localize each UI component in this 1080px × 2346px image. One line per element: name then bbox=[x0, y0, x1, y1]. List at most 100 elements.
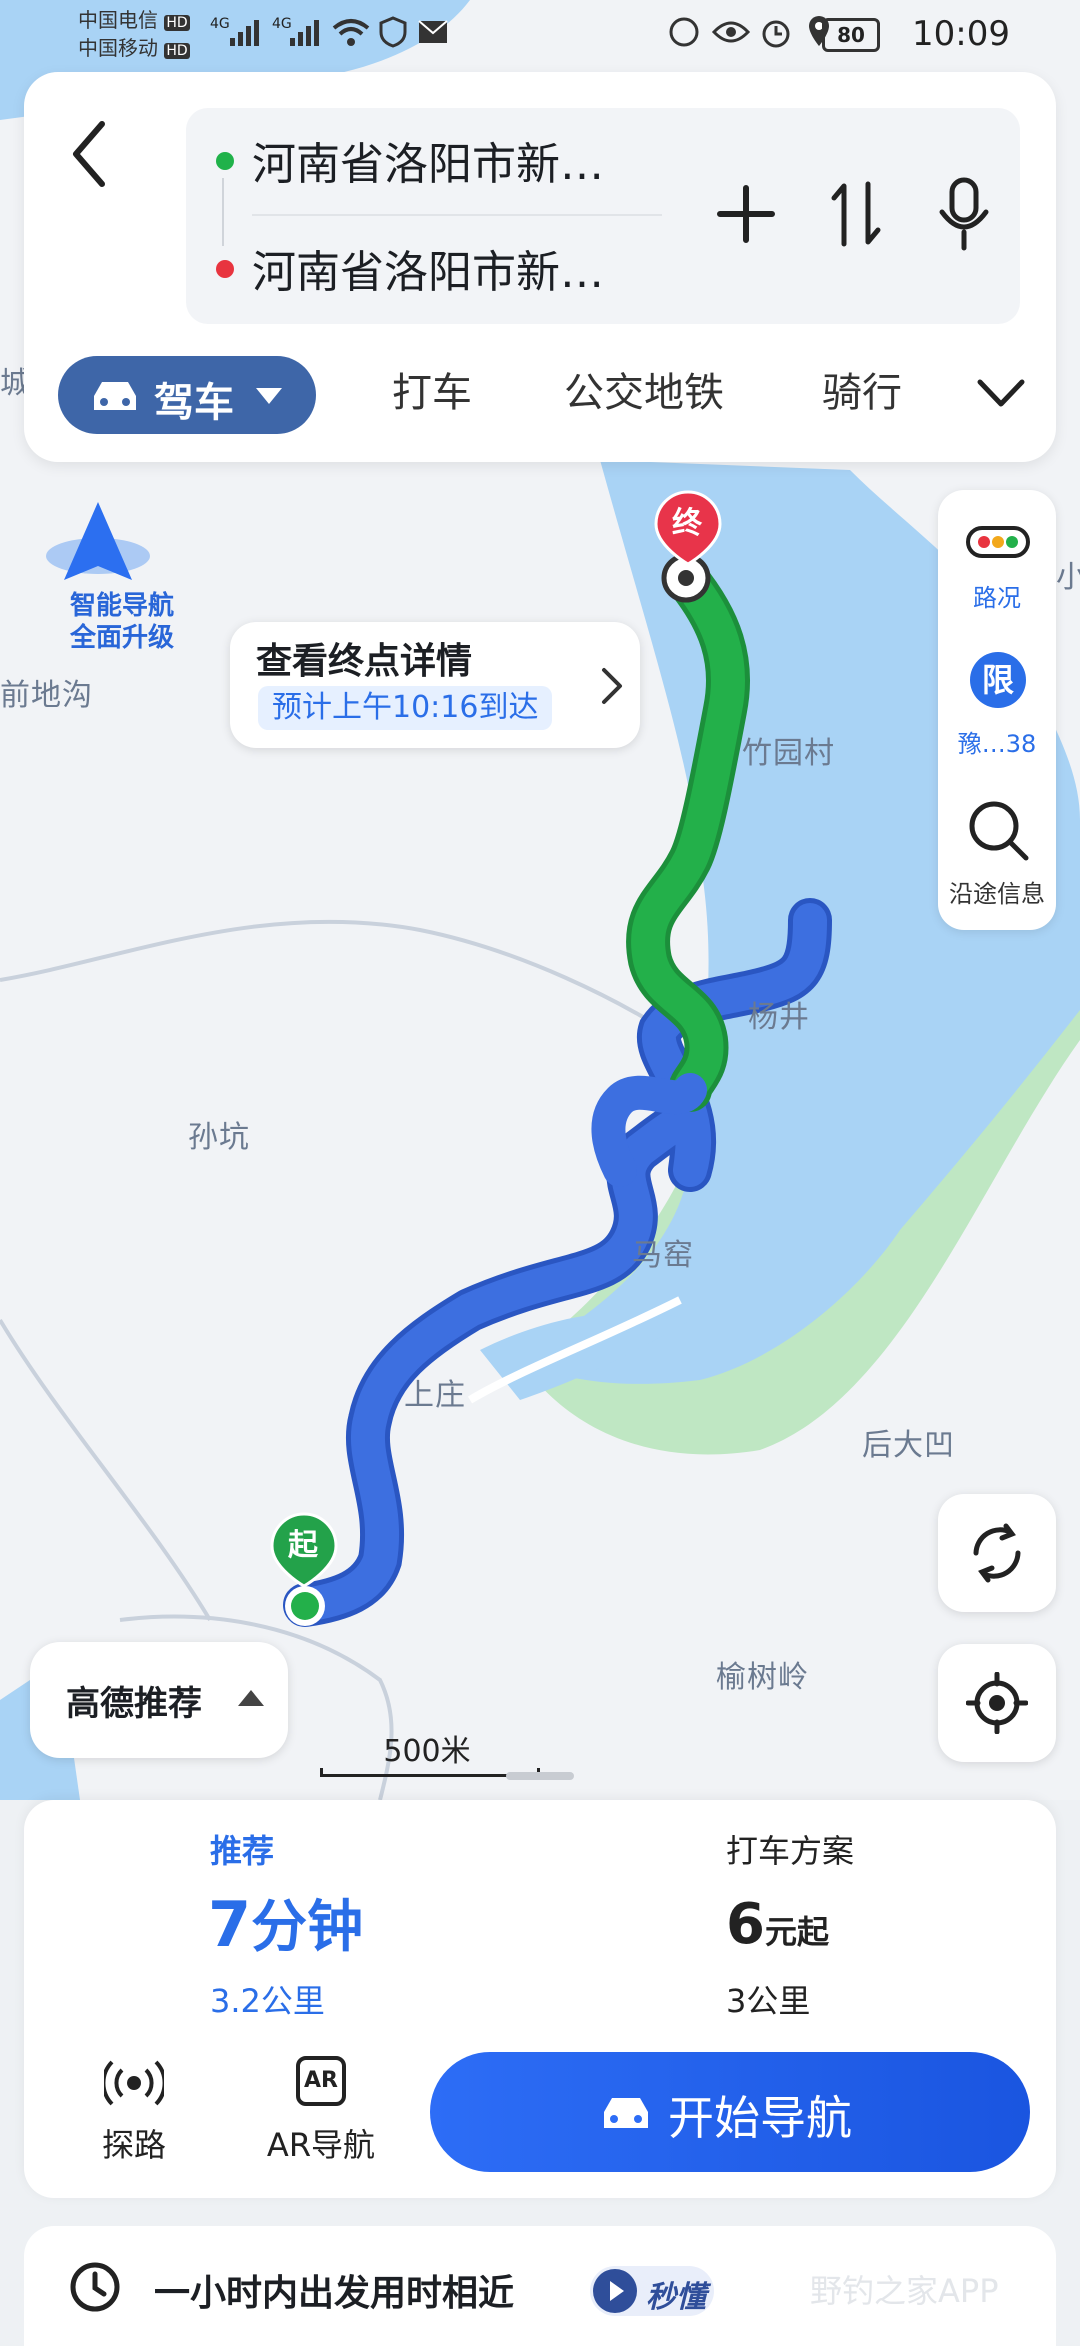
route-connector bbox=[222, 178, 224, 246]
map-label-houdaao: 后大凹 bbox=[862, 1428, 955, 1463]
route-summary-sheet: 推荐 7分钟 3.2公里 打车方案 6元起 3公里 探路 AR AR导航 开始导… bbox=[24, 1800, 1056, 2198]
route-panel: 河南省洛阳市新… 河南省洛阳市新… 驾车 打车 公交地铁 骑行 bbox=[24, 72, 1056, 462]
radar-icon bbox=[104, 2060, 164, 2106]
signal-icon-1 bbox=[230, 20, 259, 46]
along-label: 沿途信息 bbox=[949, 880, 1045, 908]
map-label-shangzhuang: 上庄 bbox=[404, 1378, 466, 1413]
ai-nav-icon[interactable] bbox=[46, 502, 150, 580]
back-icon[interactable] bbox=[70, 120, 110, 188]
ar-icon: AR bbox=[296, 2056, 346, 2106]
destination-dot bbox=[216, 260, 234, 278]
locate-button[interactable] bbox=[938, 1644, 1056, 1762]
caret-down-icon bbox=[256, 388, 282, 404]
end-marker-label: 终 bbox=[672, 506, 702, 541]
chevron-right-icon bbox=[602, 668, 622, 704]
add-waypoint-icon[interactable] bbox=[716, 184, 776, 244]
limit-icon: 限 bbox=[970, 652, 1026, 708]
alarm-icon bbox=[762, 20, 790, 48]
departure-hint-bar[interactable]: 一小时内出发用时相近 秒懂 野钓之家APP bbox=[24, 2226, 1056, 2346]
explain-badge-label: 秒懂 bbox=[646, 2280, 706, 2315]
swap-icon[interactable] bbox=[828, 178, 884, 250]
map-label-zhuyuancun: 竹园村 bbox=[742, 736, 835, 771]
battery-icon: 80 bbox=[822, 18, 880, 52]
taxi-price[interactable]: 6元起 bbox=[726, 1892, 829, 1957]
ar-nav-button[interactable]: AR AR导航 bbox=[246, 2054, 396, 2164]
map-label-sunkeng: 孙坑 bbox=[188, 1120, 250, 1155]
clock-icon bbox=[70, 2262, 120, 2312]
car-icon bbox=[94, 382, 136, 410]
tab-drive[interactable]: 驾车 bbox=[58, 356, 316, 434]
caret-up-icon bbox=[238, 1690, 264, 1706]
microphone-icon[interactable] bbox=[936, 176, 992, 252]
wifi-icon bbox=[332, 19, 370, 46]
tab-taxi[interactable]: 打车 bbox=[392, 360, 472, 418]
eye-icon bbox=[712, 21, 750, 43]
explore-label: 探路 bbox=[101, 2126, 166, 2164]
duration[interactable]: 7分钟 bbox=[208, 1882, 363, 1963]
taxi-plan-label[interactable]: 打车方案 bbox=[726, 1826, 854, 1872]
carrier-1: 中国电信 HD bbox=[78, 8, 190, 32]
map-label-edge-right: 小 bbox=[1056, 560, 1080, 595]
origin-dot bbox=[216, 152, 234, 170]
duration-num: 7 bbox=[208, 1888, 252, 1961]
signal-icon-2 bbox=[290, 20, 319, 46]
watermark: 野钓之家APP bbox=[810, 2272, 999, 2310]
callout-eta: 预计上午10:16到达 bbox=[258, 686, 553, 730]
map-label-qiandigou: 前地沟 bbox=[0, 678, 93, 713]
start-navigation-button[interactable]: 开始导航 bbox=[430, 2052, 1030, 2172]
ai-nav-badge[interactable]: 智能导航 全面升级 bbox=[52, 590, 192, 654]
departure-hint: 一小时内出发用时相近 bbox=[154, 2273, 515, 2314]
taxi-price-unit: 元起 bbox=[764, 1913, 829, 1951]
start-navigation-label: 开始导航 bbox=[668, 2091, 852, 2145]
locate-icon bbox=[966, 1672, 1028, 1734]
ai-nav-line2: 全面升级 bbox=[69, 623, 174, 653]
map-label-yangjing: 杨井 bbox=[748, 1000, 810, 1035]
refresh-button[interactable] bbox=[938, 1494, 1056, 1612]
recommend-toggle[interactable]: 高德推荐 bbox=[30, 1642, 288, 1758]
net-type-1: 4G bbox=[210, 16, 230, 32]
map-label-yushuling: 榆树岭 bbox=[716, 1660, 809, 1695]
tab-drive-label: 驾车 bbox=[154, 380, 234, 426]
destination-field[interactable]: 河南省洛阳市新… bbox=[252, 236, 652, 300]
origin-field[interactable]: 河南省洛阳市新… bbox=[252, 128, 652, 192]
along-info-button[interactable]: 沿途信息 bbox=[938, 790, 1056, 930]
callout-title: 查看终点详情 bbox=[256, 641, 473, 682]
dnd-icon bbox=[669, 17, 699, 47]
limit-label: 豫…38 bbox=[957, 730, 1037, 758]
search-icon bbox=[969, 801, 1029, 861]
net-type-2: 4G bbox=[272, 16, 292, 32]
tab-transit[interactable]: 公交地铁 bbox=[564, 360, 724, 418]
chevron-down-icon[interactable] bbox=[976, 378, 1026, 408]
mail-icon bbox=[418, 20, 448, 43]
taxi-price-num: 6 bbox=[726, 1892, 765, 1957]
scale-label: 500米 bbox=[383, 1734, 471, 1769]
plate-limit-button[interactable]: 限 豫…38 bbox=[938, 640, 1056, 780]
traffic-button[interactable]: 路况 bbox=[938, 490, 1056, 630]
car-icon bbox=[604, 2098, 648, 2128]
recommended-label: 推荐 bbox=[210, 1832, 275, 1870]
sheet-handle[interactable] bbox=[506, 1772, 574, 1780]
start-marker-label: 起 bbox=[288, 1528, 318, 1563]
traffic-label: 路况 bbox=[973, 584, 1021, 612]
ar-nav-label: AR导航 bbox=[266, 2126, 376, 2164]
input-divider bbox=[252, 214, 662, 216]
recommend-label: 高德推荐 bbox=[66, 1684, 202, 1724]
map-label-maoyao: 马窑 bbox=[632, 1238, 694, 1273]
explain-badge[interactable]: 秒懂 bbox=[590, 2266, 714, 2316]
explore-button[interactable]: 探路 bbox=[84, 2054, 184, 2164]
traffic-light-icon bbox=[966, 526, 1030, 558]
carrier-2: 中国移动 HD bbox=[78, 36, 190, 60]
ai-nav-line1: 智能导航 bbox=[69, 591, 174, 621]
duration-unit: 分钟 bbox=[251, 1895, 364, 1960]
route-inputs: 河南省洛阳市新… 河南省洛阳市新… bbox=[186, 108, 1020, 324]
tab-bike[interactable]: 骑行 bbox=[822, 360, 902, 418]
status-time: 10:09 bbox=[912, 14, 1010, 54]
shield-icon bbox=[379, 16, 407, 48]
status-bar: 中国电信 HD 中国移动 HD 4G 4G 80 10:09 bbox=[0, 0, 1080, 70]
destination-callout[interactable]: 查看终点详情 预计上午10:16到达 bbox=[230, 622, 640, 748]
taxi-distance: 3公里 bbox=[726, 1982, 811, 2020]
refresh-icon bbox=[973, 1523, 1021, 1583]
map-tools: 路况 限 豫…38 沿途信息 bbox=[938, 490, 1056, 930]
play-icon bbox=[593, 2269, 637, 2313]
distance: 3.2公里 bbox=[210, 1982, 325, 2020]
